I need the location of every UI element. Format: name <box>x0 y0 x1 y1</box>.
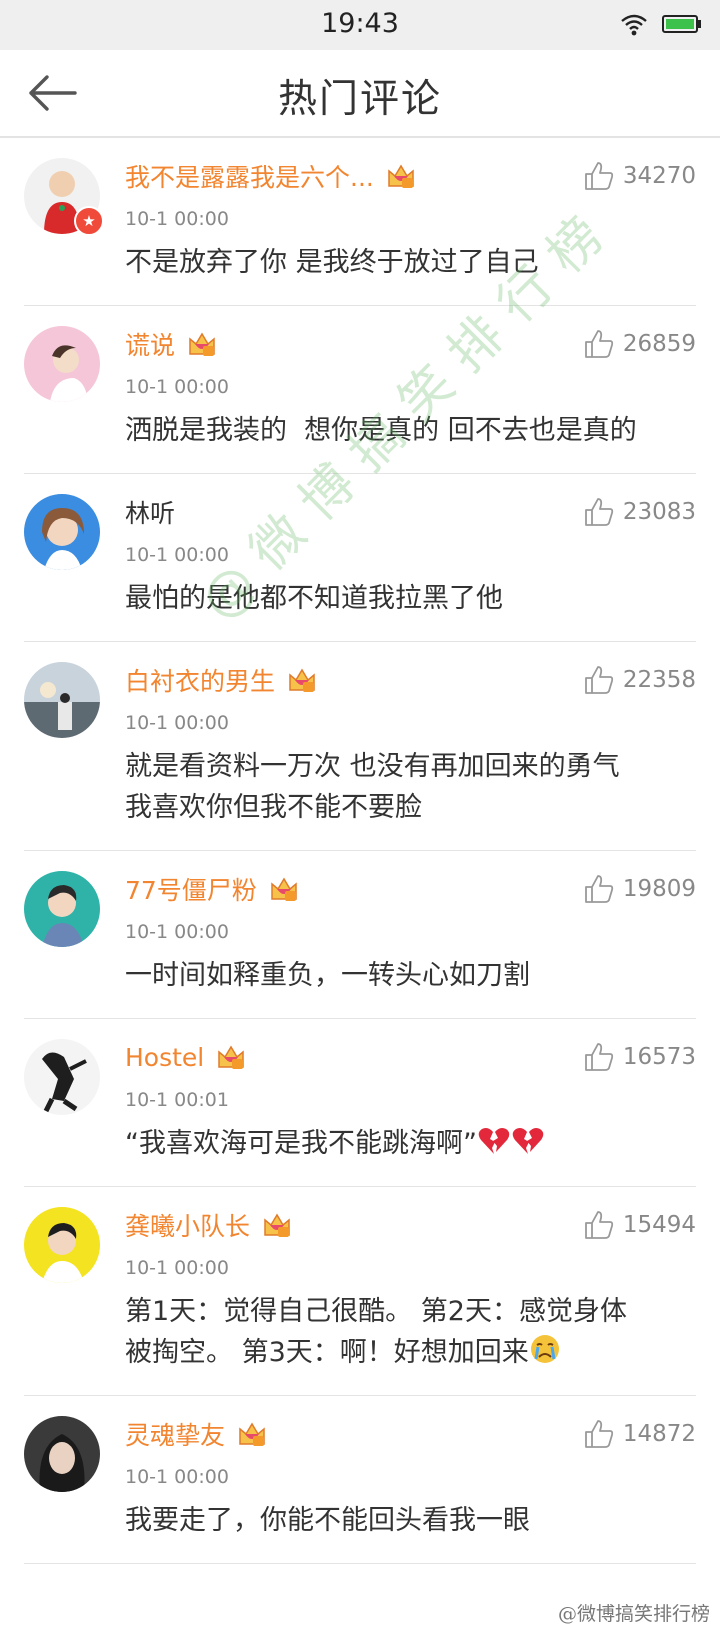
like-button[interactable]: 22358 <box>583 664 696 696</box>
broken-heart-emoji-icon <box>512 1128 544 1154</box>
avatar-image <box>24 326 100 402</box>
comment-item: 龚曦小队长 10-1 00:00 第1天：觉得自己很酷。 第2天：感觉身体 被掏… <box>24 1187 696 1396</box>
avatar-image <box>24 1039 100 1115</box>
avatar-image <box>24 662 100 738</box>
comment-timestamp: 10-1 00:00 <box>125 376 229 398</box>
thumbs-up-icon <box>584 666 613 694</box>
comment-timestamp: 10-1 00:00 <box>125 208 229 230</box>
like-button[interactable]: 14872 <box>583 1418 696 1450</box>
thumbs-up-icon <box>584 330 613 358</box>
comment-timestamp: 10-1 00:01 <box>125 1089 229 1111</box>
broken-heart-emoji-icon <box>478 1128 510 1154</box>
comment-list: ★ 我不是露露我是六个... 10-1 00:00 不是放弃了你 是我终于放过了… <box>0 138 720 1564</box>
like-count: 23083 <box>622 499 696 525</box>
avatar-image <box>24 1207 100 1283</box>
like-count: 19809 <box>622 876 696 902</box>
battery-icon <box>662 15 701 33</box>
comment-item: 77号僵尸粉 10-1 00:00 一时间如释重负，一转头心如刀割 19809 <box>24 851 696 1019</box>
comment-item: Hostel 10-1 00:01 “我喜欢海可是我不能跳海啊” 16573 <box>24 1019 696 1187</box>
vip-crown-icon <box>239 1422 265 1446</box>
like-count: 34270 <box>622 163 696 189</box>
comment-timestamp: 10-1 00:00 <box>125 921 229 943</box>
avatar[interactable] <box>24 1416 100 1492</box>
thumbs-up-icon <box>584 1043 613 1071</box>
page-title: 热门评论 <box>277 77 442 122</box>
comment-text: 最怕的是他都不知道我拉黑了他 <box>125 583 503 614</box>
username[interactable]: Hostel <box>125 1043 204 1072</box>
avatar[interactable] <box>24 494 100 570</box>
comment-timestamp: 10-1 00:00 <box>125 544 229 566</box>
username[interactable]: 77号僵尸粉 <box>125 871 257 907</box>
status-time: 19:43 <box>321 8 399 39</box>
vip-crown-icon <box>218 1045 244 1069</box>
comment-timestamp: 10-1 00:00 <box>125 1466 229 1488</box>
comment-timestamp: 10-1 00:00 <box>125 712 229 734</box>
comment-item: ★ 我不是露露我是六个... 10-1 00:00 不是放弃了你 是我终于放过了… <box>24 138 696 306</box>
username[interactable]: 林听 <box>125 494 175 530</box>
vip-crown-icon <box>264 1213 290 1237</box>
username[interactable]: 白衬衣的男生 <box>125 662 275 698</box>
comment-item: 白衬衣的男生 10-1 00:00 就是看资料一万次 也没有再加回来的勇气 我喜… <box>24 642 696 851</box>
comment-timestamp: 10-1 00:00 <box>125 1257 229 1279</box>
corner-watermark: @微博搞笑排行榜 <box>557 1603 710 1625</box>
avatar[interactable] <box>24 326 100 402</box>
like-count: 22358 <box>622 667 696 693</box>
status-bar: 19:43 <box>0 0 720 50</box>
comment-text-row: 第1天：觉得自己很酷。 第2天：感觉身体 被掏空。 第3天：啊！好想加回来 <box>125 1291 696 1373</box>
vip-crown-icon <box>189 332 215 356</box>
like-count: 16573 <box>622 1044 696 1070</box>
comment-text: 我要走了，你能不能回头看我一眼 <box>125 1505 530 1536</box>
comment-item: 灵魂挚友 10-1 00:00 我要走了，你能不能回头看我一眼 14872 <box>24 1396 696 1564</box>
avatar[interactable] <box>24 1207 100 1283</box>
avatar-image <box>24 1416 100 1492</box>
crying-face-emoji-icon <box>530 1335 559 1363</box>
avatar-image <box>24 494 100 570</box>
thumbs-up-icon <box>584 162 613 190</box>
comment-text: “我喜欢海可是我不能跳海啊” <box>125 1128 477 1159</box>
comment-text-row: “我喜欢海可是我不能跳海啊” <box>125 1123 696 1164</box>
like-button[interactable]: 19809 <box>583 873 696 905</box>
like-count: 14872 <box>622 1421 696 1447</box>
like-button[interactable]: 23083 <box>583 496 696 528</box>
vip-crown-icon <box>271 877 297 901</box>
comment-item: 谎说 10-1 00:00 洒脱是我装的 想你是真的 回不去也是真的 26859 <box>24 306 696 474</box>
like-button[interactable]: 15494 <box>583 1209 696 1241</box>
comment-text: 就是看资料一万次 也没有再加回来的勇气 我喜欢你但我不能不要脸 <box>125 751 620 823</box>
comment-text: 洒脱是我装的 想你是真的 回不去也是真的 <box>125 415 637 446</box>
avatar-image <box>24 871 100 947</box>
comment-item: 林听 10-1 00:00 最怕的是他都不知道我拉黑了他 23083 <box>24 474 696 642</box>
vip-crown-icon <box>289 668 315 692</box>
like-button[interactable]: 16573 <box>583 1041 696 1073</box>
username[interactable]: 龚曦小队长 <box>125 1207 250 1243</box>
like-count: 26859 <box>622 331 696 357</box>
thumbs-up-icon <box>584 1420 613 1448</box>
avatar[interactable] <box>24 1039 100 1115</box>
like-button[interactable]: 34270 <box>583 160 696 192</box>
vip-crown-icon <box>388 164 414 188</box>
thumbs-up-icon <box>584 1211 613 1239</box>
comment-text: 不是放弃了你 是我终于放过了自己 <box>125 247 539 278</box>
avatar[interactable] <box>24 662 100 738</box>
thumbs-up-icon <box>584 875 613 903</box>
like-button[interactable]: 26859 <box>583 328 696 360</box>
thumbs-up-icon <box>584 498 613 526</box>
comment-text: 一时间如释重负，一转头心如刀割 <box>125 960 530 991</box>
verified-star-icon: ★ <box>74 206 104 236</box>
avatar[interactable] <box>24 871 100 947</box>
username[interactable]: 我不是露露我是六个... <box>125 158 374 194</box>
navigation-bar: 热门评论 <box>0 50 720 138</box>
username[interactable]: 灵魂挚友 <box>125 1416 225 1452</box>
like-count: 15494 <box>622 1212 696 1238</box>
username[interactable]: 谎说 <box>125 326 175 362</box>
wifi-icon <box>621 14 647 36</box>
